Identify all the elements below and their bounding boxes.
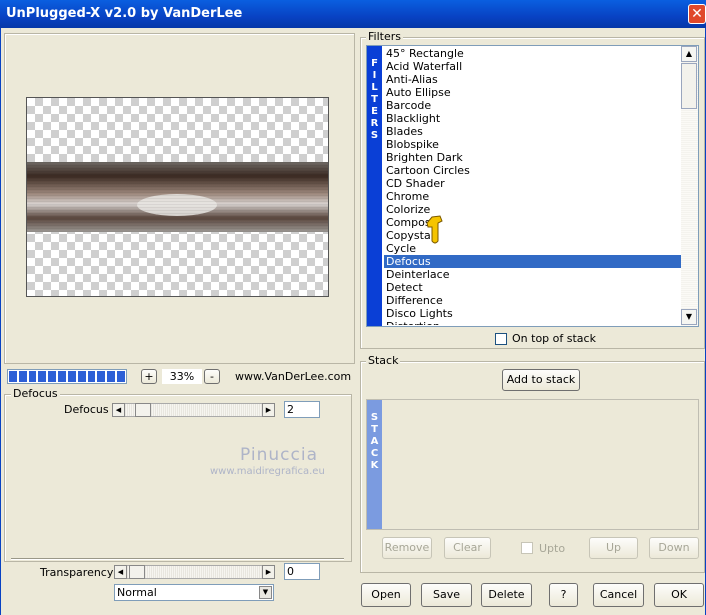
stack-side-letter: T: [371, 424, 378, 435]
up-button[interactable]: Up: [589, 537, 638, 559]
watermark-url: www.maidiregrafica.eu: [210, 466, 325, 477]
filter-list-item[interactable]: Deinterlace: [384, 268, 681, 281]
filter-list-item[interactable]: Difference: [384, 294, 681, 307]
filter-list-item[interactable]: Disco Lights: [384, 307, 681, 320]
scroll-down-button[interactable]: ▼: [681, 309, 697, 325]
progress-segment: [67, 371, 76, 382]
stack-side-letter: S: [370, 412, 379, 423]
filter-list-item[interactable]: Blades: [384, 125, 681, 138]
scroll-thumb[interactable]: [681, 63, 697, 109]
transparency-label: Transparency: [40, 566, 114, 579]
remove-button[interactable]: Remove: [382, 537, 432, 559]
scroll-up-button[interactable]: ▲: [681, 46, 697, 62]
progress-segment: [97, 371, 106, 382]
progress-segment: [77, 371, 86, 382]
filters-side-label: FILTERS: [367, 46, 382, 326]
title-bar[interactable]: UnPlugged-X v2.0 by VanDerLee ✕: [0, 0, 706, 28]
filter-list-item[interactable]: Barcode: [384, 99, 681, 112]
progress-segment: [38, 371, 47, 382]
on-top-checkbox[interactable]: [495, 333, 507, 345]
upto-label: Upto: [539, 542, 566, 555]
delete-button[interactable]: Delete: [481, 583, 532, 607]
filters-scrollbar[interactable]: ▲ ▼: [681, 46, 698, 326]
progress-segment: [18, 371, 27, 382]
params-group-label: Defocus: [11, 387, 60, 400]
filters-side-letter: R: [370, 118, 379, 129]
zoom-out-button[interactable]: -: [204, 369, 220, 384]
blend-mode-select[interactable]: Normal ▼: [114, 584, 274, 601]
filter-list-item[interactable]: Detect: [384, 281, 681, 294]
on-top-label: On top of stack: [512, 332, 596, 345]
upto-checkbox[interactable]: [521, 542, 533, 554]
progress-segment: [87, 371, 96, 382]
defocus-slider-thumb[interactable]: [135, 403, 151, 417]
preview-image[interactable]: [26, 97, 329, 297]
stack-side-label: STACK: [367, 400, 382, 529]
filter-list-item[interactable]: Anti-Alias: [384, 73, 681, 86]
ok-button[interactable]: OK: [654, 583, 704, 607]
transparency-value-field[interactable]: 0: [284, 563, 320, 580]
divider: [11, 558, 344, 559]
open-button[interactable]: Open: [361, 583, 411, 607]
zoom-level: 33%: [162, 369, 202, 384]
stack-side-letter: C: [370, 448, 379, 459]
filters-side-letter: S: [370, 130, 379, 141]
transparency-decrease-button[interactable]: ◀: [114, 565, 127, 579]
params-panel: [4, 394, 352, 562]
stack-side-letter: K: [370, 460, 379, 471]
progress-segment: [107, 371, 116, 382]
clear-button[interactable]: Clear: [444, 537, 491, 559]
defocus-increase-button[interactable]: ▶: [262, 403, 275, 417]
progress-segment: [28, 371, 37, 382]
close-button[interactable]: ✕: [688, 4, 706, 24]
hand-pointer-icon: [426, 215, 443, 244]
down-button[interactable]: Down: [649, 537, 699, 559]
progress-segment: [117, 371, 125, 382]
filter-list-item[interactable]: 45° Rectangle: [384, 47, 681, 60]
chevron-down-icon[interactable]: ▼: [259, 586, 272, 599]
filters-side-letter: L: [371, 82, 378, 93]
filter-list-item[interactable]: Cartoon Circles: [384, 164, 681, 177]
filters-group-label: Filters: [366, 30, 403, 43]
filters-side-letter: I: [372, 70, 377, 81]
progress-bar: [7, 369, 127, 384]
filter-list-item[interactable]: Auto Ellipse: [384, 86, 681, 99]
blend-mode-value: Normal: [117, 586, 157, 599]
filters-side-letter: F: [371, 58, 378, 69]
transparency-increase-button[interactable]: ▶: [262, 565, 275, 579]
window-title: UnPlugged-X v2.0 by VanDerLee: [6, 6, 243, 21]
filter-list-item[interactable]: Defocus: [384, 255, 681, 268]
transparency-slider-track[interactable]: [127, 565, 262, 579]
filter-list-item[interactable]: Acid Waterfall: [384, 60, 681, 73]
defocus-decrease-button[interactable]: ◀: [112, 403, 125, 417]
progress-segment: [58, 371, 66, 382]
filter-list-item[interactable]: Blacklight: [384, 112, 681, 125]
filter-list-item[interactable]: Chrome: [384, 190, 681, 203]
progress-segment: [48, 371, 57, 382]
save-button[interactable]: Save: [421, 583, 472, 607]
filter-list-item[interactable]: Distortion: [384, 320, 681, 325]
defocus-label: Defocus: [64, 403, 109, 416]
filter-list-item[interactable]: Brighten Dark: [384, 151, 681, 164]
add-to-stack-button[interactable]: Add to stack: [502, 369, 580, 391]
filters-side-letter: T: [371, 94, 378, 105]
progress-segment: [9, 371, 17, 382]
transparency-slider-thumb[interactable]: [129, 565, 145, 579]
defocus-value-field[interactable]: 2: [284, 401, 320, 418]
cancel-button[interactable]: Cancel: [593, 583, 644, 607]
stack-listbox[interactable]: [366, 399, 699, 530]
stack-group-label: Stack: [366, 354, 401, 367]
watermark-name: Pinuccia: [240, 445, 318, 465]
filters-list[interactable]: 45° Rectangle Acid Waterfall Anti-Alias Aut…: [384, 47, 681, 325]
help-button[interactable]: ?: [549, 583, 578, 607]
filters-side-letter: E: [371, 106, 378, 117]
filter-list-item[interactable]: CD Shader: [384, 177, 681, 190]
filter-list-item[interactable]: Blobspike: [384, 138, 681, 151]
preview-scanlines: [27, 162, 328, 232]
stack-side-letter: A: [370, 436, 379, 447]
website-link[interactable]: www.VanDerLee.com: [235, 370, 351, 383]
zoom-in-button[interactable]: +: [141, 369, 157, 384]
